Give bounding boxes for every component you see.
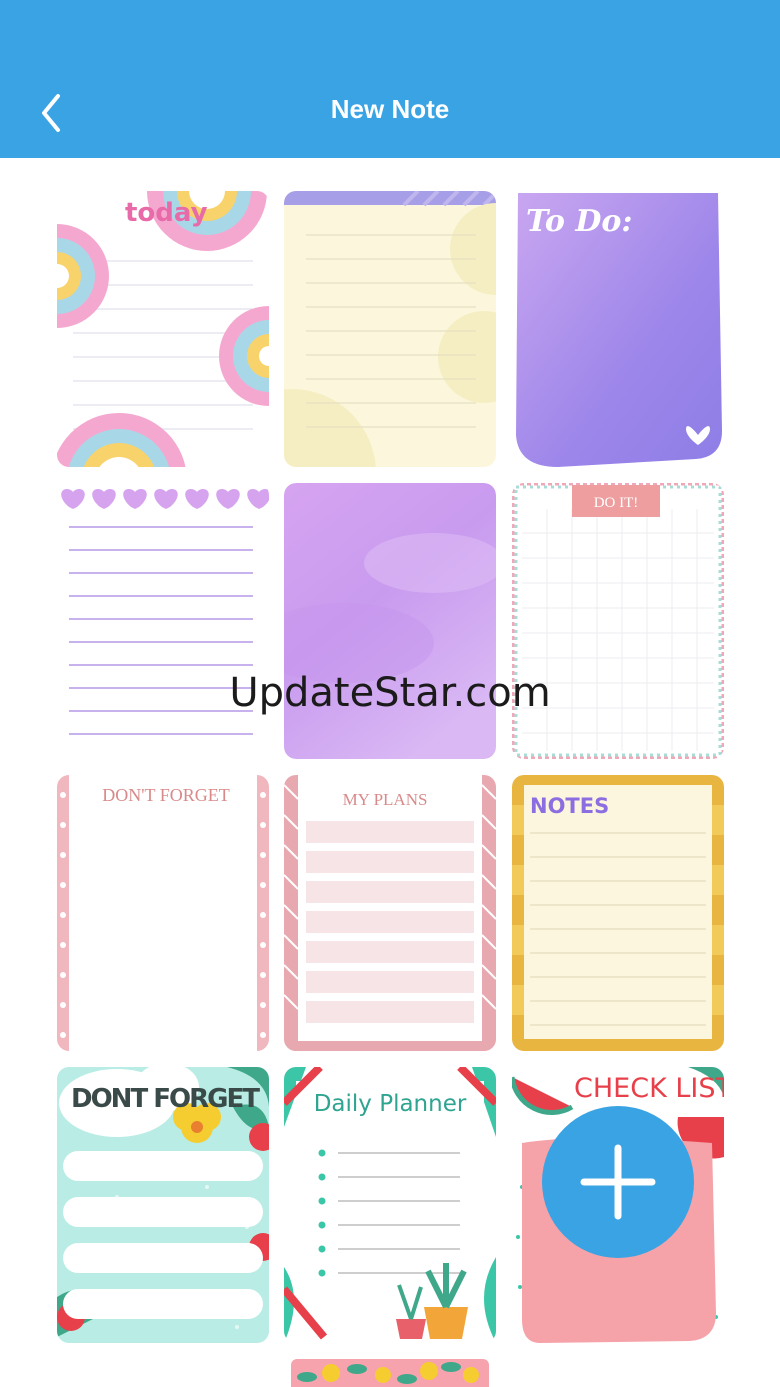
template-card-cream-lined[interactable]	[284, 191, 496, 467]
template-card-my-plans[interactable]: MY PLANS	[284, 775, 496, 1051]
template-card-dont-forget[interactable]: DON'T FORGET	[57, 775, 269, 1051]
card-text: today	[125, 198, 208, 228]
floral-partial-template-art	[291, 1359, 489, 1387]
template-card-hearts-lined[interactable]	[57, 483, 269, 759]
template-card-floral-partial[interactable]	[291, 1359, 489, 1387]
cream-lined-template-art	[284, 191, 496, 467]
purple-watercolor-template-art	[284, 483, 496, 759]
hearts-lined-template-art	[57, 483, 269, 759]
card-text: MY PLANS	[343, 790, 428, 809]
card-text: Daily Planner	[314, 1091, 467, 1117]
my-plans-template-art: MY PLANS	[284, 775, 496, 1051]
card-text: NOTES	[530, 794, 609, 818]
card-text: DON'T FORGET	[102, 785, 229, 805]
plus-icon	[580, 1144, 656, 1220]
add-note-button[interactable]	[542, 1106, 694, 1258]
card-text: DO IT!	[594, 495, 639, 511]
today-template-art: today	[57, 191, 269, 467]
app-header: New Note	[0, 0, 780, 158]
page-title: New Note	[330, 94, 450, 124]
template-card-notes[interactable]: NOTES	[512, 775, 724, 1051]
card-text: DONT FORGET	[71, 1084, 260, 1114]
do-it-template-art: DO IT!	[512, 483, 724, 759]
dont-forget-floral-template-art: DONT FORGET	[57, 1067, 269, 1343]
dont-forget-template-art: DON'T FORGET	[57, 775, 269, 1051]
template-card-dont-forget-floral[interactable]: DONT FORGET	[57, 1067, 269, 1343]
template-card-do-it[interactable]: DO IT!	[512, 483, 724, 759]
todo-template-art: To Do:	[512, 191, 724, 467]
card-text: To Do:	[526, 204, 632, 239]
template-card-todo[interactable]: To Do:	[512, 191, 724, 467]
template-card-purple-watercolor[interactable]	[284, 483, 496, 759]
daily-planner-template-art: Daily Planner	[284, 1067, 496, 1343]
template-card-today[interactable]: today	[57, 191, 269, 467]
notes-template-art: NOTES	[512, 775, 724, 1051]
card-text: CHECK LIST	[574, 1073, 724, 1104]
template-card-daily-planner[interactable]: Daily Planner	[284, 1067, 496, 1343]
plant-pot-icon	[424, 1307, 468, 1339]
